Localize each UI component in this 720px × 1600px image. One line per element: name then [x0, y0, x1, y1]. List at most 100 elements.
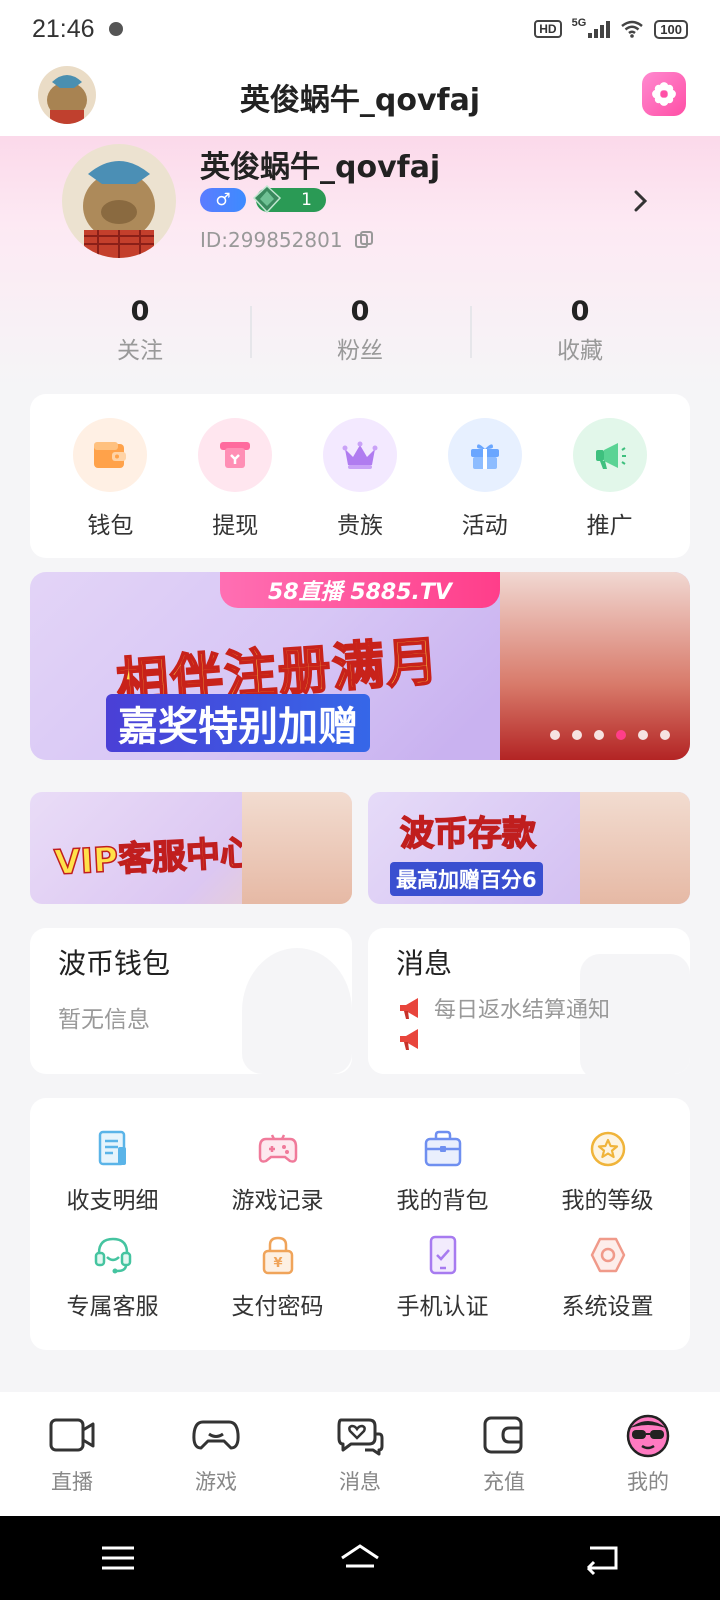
- settings-flower-button[interactable]: [642, 72, 686, 116]
- message-card-title: 消息: [396, 947, 453, 980]
- megaphone-icon: [572, 418, 647, 492]
- top-bar: 英俊蜗牛_qovfaj: [0, 58, 720, 136]
- pagination-dot[interactable]: [638, 730, 648, 740]
- message-card[interactable]: 消息 每日返水结算通知: [368, 928, 690, 1074]
- menu-item-label: 游戏记录: [231, 1188, 324, 1214]
- tab-messages[interactable]: 消息: [305, 1412, 415, 1496]
- quick-action-label: 贵族: [336, 513, 383, 539]
- copy-icon[interactable]: [354, 231, 373, 249]
- menu-item-payment-password[interactable]: ¥ 支付密码: [195, 1224, 360, 1330]
- pagination-dot[interactable]: [594, 730, 604, 740]
- pagination-dot[interactable]: [572, 730, 582, 740]
- chevron-right-icon[interactable]: [628, 186, 652, 216]
- phone-check-icon: [429, 1235, 456, 1275]
- tab-label: 游戏: [195, 1470, 237, 1494]
- tab-label: 消息: [339, 1470, 381, 1494]
- quick-action-label: 推广: [586, 513, 633, 539]
- profile-stats: 0 关注 0 粉丝 0 收藏: [30, 296, 690, 376]
- bag-icon: [424, 1130, 461, 1167]
- tab-games[interactable]: 游戏: [161, 1412, 271, 1496]
- menu-item-transactions[interactable]: 收支明细: [30, 1118, 195, 1224]
- coin-wallet-card[interactable]: 波币钱包 暂无信息: [30, 928, 352, 1074]
- menu-item-label: 系统设置: [561, 1294, 654, 1320]
- money-bag-watermark-icon: [242, 948, 352, 1074]
- promo-title: 波币存款: [399, 813, 537, 855]
- quick-action-wallet[interactable]: 钱包: [60, 418, 160, 540]
- profile-avatar[interactable]: [62, 144, 176, 258]
- pagination-dot-active[interactable]: [616, 730, 626, 740]
- profile-id-row: ID:299852801: [200, 228, 373, 252]
- menu-item-backpack[interactable]: 我的背包: [360, 1118, 525, 1224]
- wallet-icon: [73, 418, 148, 492]
- quick-action-nobility[interactable]: 贵族: [310, 418, 410, 540]
- svg-text:¥: ¥: [273, 1256, 282, 1271]
- withdraw-icon: [198, 418, 273, 492]
- tab-label: 直播: [51, 1470, 93, 1494]
- menu-item-system-settings[interactable]: 系统设置: [525, 1224, 690, 1330]
- battery-icon: 100: [654, 19, 688, 39]
- banner-pagination: [550, 730, 670, 740]
- promo-model-image: [242, 792, 352, 904]
- page-title: 英俊蜗牛_qovfaj: [239, 83, 481, 118]
- coin-deposit-promo[interactable]: 波币存款 最高加赠百分6: [368, 792, 690, 904]
- wifi-icon: [621, 20, 644, 38]
- tab-label: 充值: [483, 1470, 525, 1494]
- home-icon[interactable]: [334, 1540, 386, 1576]
- level-badge: 1: [252, 184, 326, 214]
- stat-following[interactable]: 0 关注: [30, 296, 250, 376]
- profile-tags: ♂ 1: [200, 184, 326, 214]
- quick-action-label: 钱包: [87, 513, 134, 539]
- quick-action-events[interactable]: 活动: [435, 418, 535, 540]
- gamepad-icon: [258, 1134, 297, 1163]
- level-gem-icon: [252, 184, 282, 214]
- promo-banner[interactable]: 58直播 5885.TV 相伴注册满月 嘉奖特别加赠: [30, 572, 690, 760]
- tab-label: 我的: [627, 1470, 669, 1494]
- megaphone-icon: [400, 998, 418, 1019]
- menu-item-customer-service[interactable]: 专属客服: [30, 1224, 195, 1330]
- profile-name: 英俊蜗牛_qovfaj: [200, 150, 441, 185]
- menu-item-game-records[interactable]: 游戏记录: [195, 1118, 360, 1224]
- gamepad-icon: [192, 1420, 240, 1450]
- quick-action-label: 活动: [461, 513, 508, 539]
- back-icon[interactable]: [582, 1540, 622, 1576]
- stat-fans[interactable]: 0 粉丝: [250, 296, 470, 376]
- status-bar: 21:46 HD 5G 100: [0, 0, 720, 58]
- pagination-dot[interactable]: [660, 730, 670, 740]
- services-menu: 收支明细 游戏记录 我的背包 我的等级 专属客服 ¥ 支付密码 手机认证 系统设…: [30, 1098, 690, 1350]
- menu-item-label: 专属客服: [66, 1294, 159, 1320]
- hd-badge: HD: [534, 20, 562, 38]
- profile-section: 英俊蜗牛_qovfaj ♂ 1 ID:299852801 0 关注 0 粉丝 0…: [0, 136, 720, 386]
- settings-hex-icon: [590, 1237, 625, 1273]
- gender-badge: ♂: [200, 188, 246, 212]
- stat-favorites[interactable]: 0 收藏: [470, 296, 690, 376]
- vip-service-promo[interactable]: VIP客服中心: [30, 792, 352, 904]
- message-item-text: 每日返水结算通知: [434, 998, 611, 1023]
- menu-item-label: 收支明细: [66, 1188, 159, 1214]
- message-item[interactable]: 每日返水结算通知: [396, 992, 610, 1024]
- system-navigation-bar: [0, 1516, 720, 1600]
- notification-dot-icon: [108, 22, 123, 36]
- signal-icon: [588, 20, 611, 38]
- quick-action-promote[interactable]: 推广: [560, 418, 660, 540]
- lock-icon: ¥: [262, 1236, 293, 1275]
- tab-recharge[interactable]: 充值: [449, 1412, 559, 1496]
- menu-item-label: 手机认证: [396, 1294, 489, 1320]
- menu-icon[interactable]: [98, 1540, 138, 1576]
- quick-action-withdraw[interactable]: 提现: [185, 418, 285, 540]
- tab-me[interactable]: 我的: [593, 1412, 703, 1496]
- megaphone-icon: [400, 1029, 418, 1050]
- promo-subtitle: 最高加赠百分6: [390, 862, 543, 896]
- bottom-tab-bar: 直播 游戏 消息 充值 我的: [0, 1392, 720, 1516]
- wallet-card-subtitle: 暂无信息: [58, 1007, 150, 1033]
- header-avatar[interactable]: [38, 66, 96, 124]
- pagination-dot[interactable]: [550, 730, 560, 740]
- headset-icon: [94, 1237, 131, 1274]
- tab-live[interactable]: 直播: [17, 1412, 127, 1496]
- menu-item-my-level[interactable]: 我的等级: [525, 1118, 690, 1224]
- menu-item-label: 我的背包: [396, 1188, 489, 1214]
- gift-icon: [447, 418, 522, 492]
- crown-icon: [322, 418, 397, 492]
- message-item[interactable]: [396, 1024, 434, 1054]
- menu-item-phone-verification[interactable]: 手机认证: [360, 1224, 525, 1330]
- stat-label: 关注: [117, 338, 163, 364]
